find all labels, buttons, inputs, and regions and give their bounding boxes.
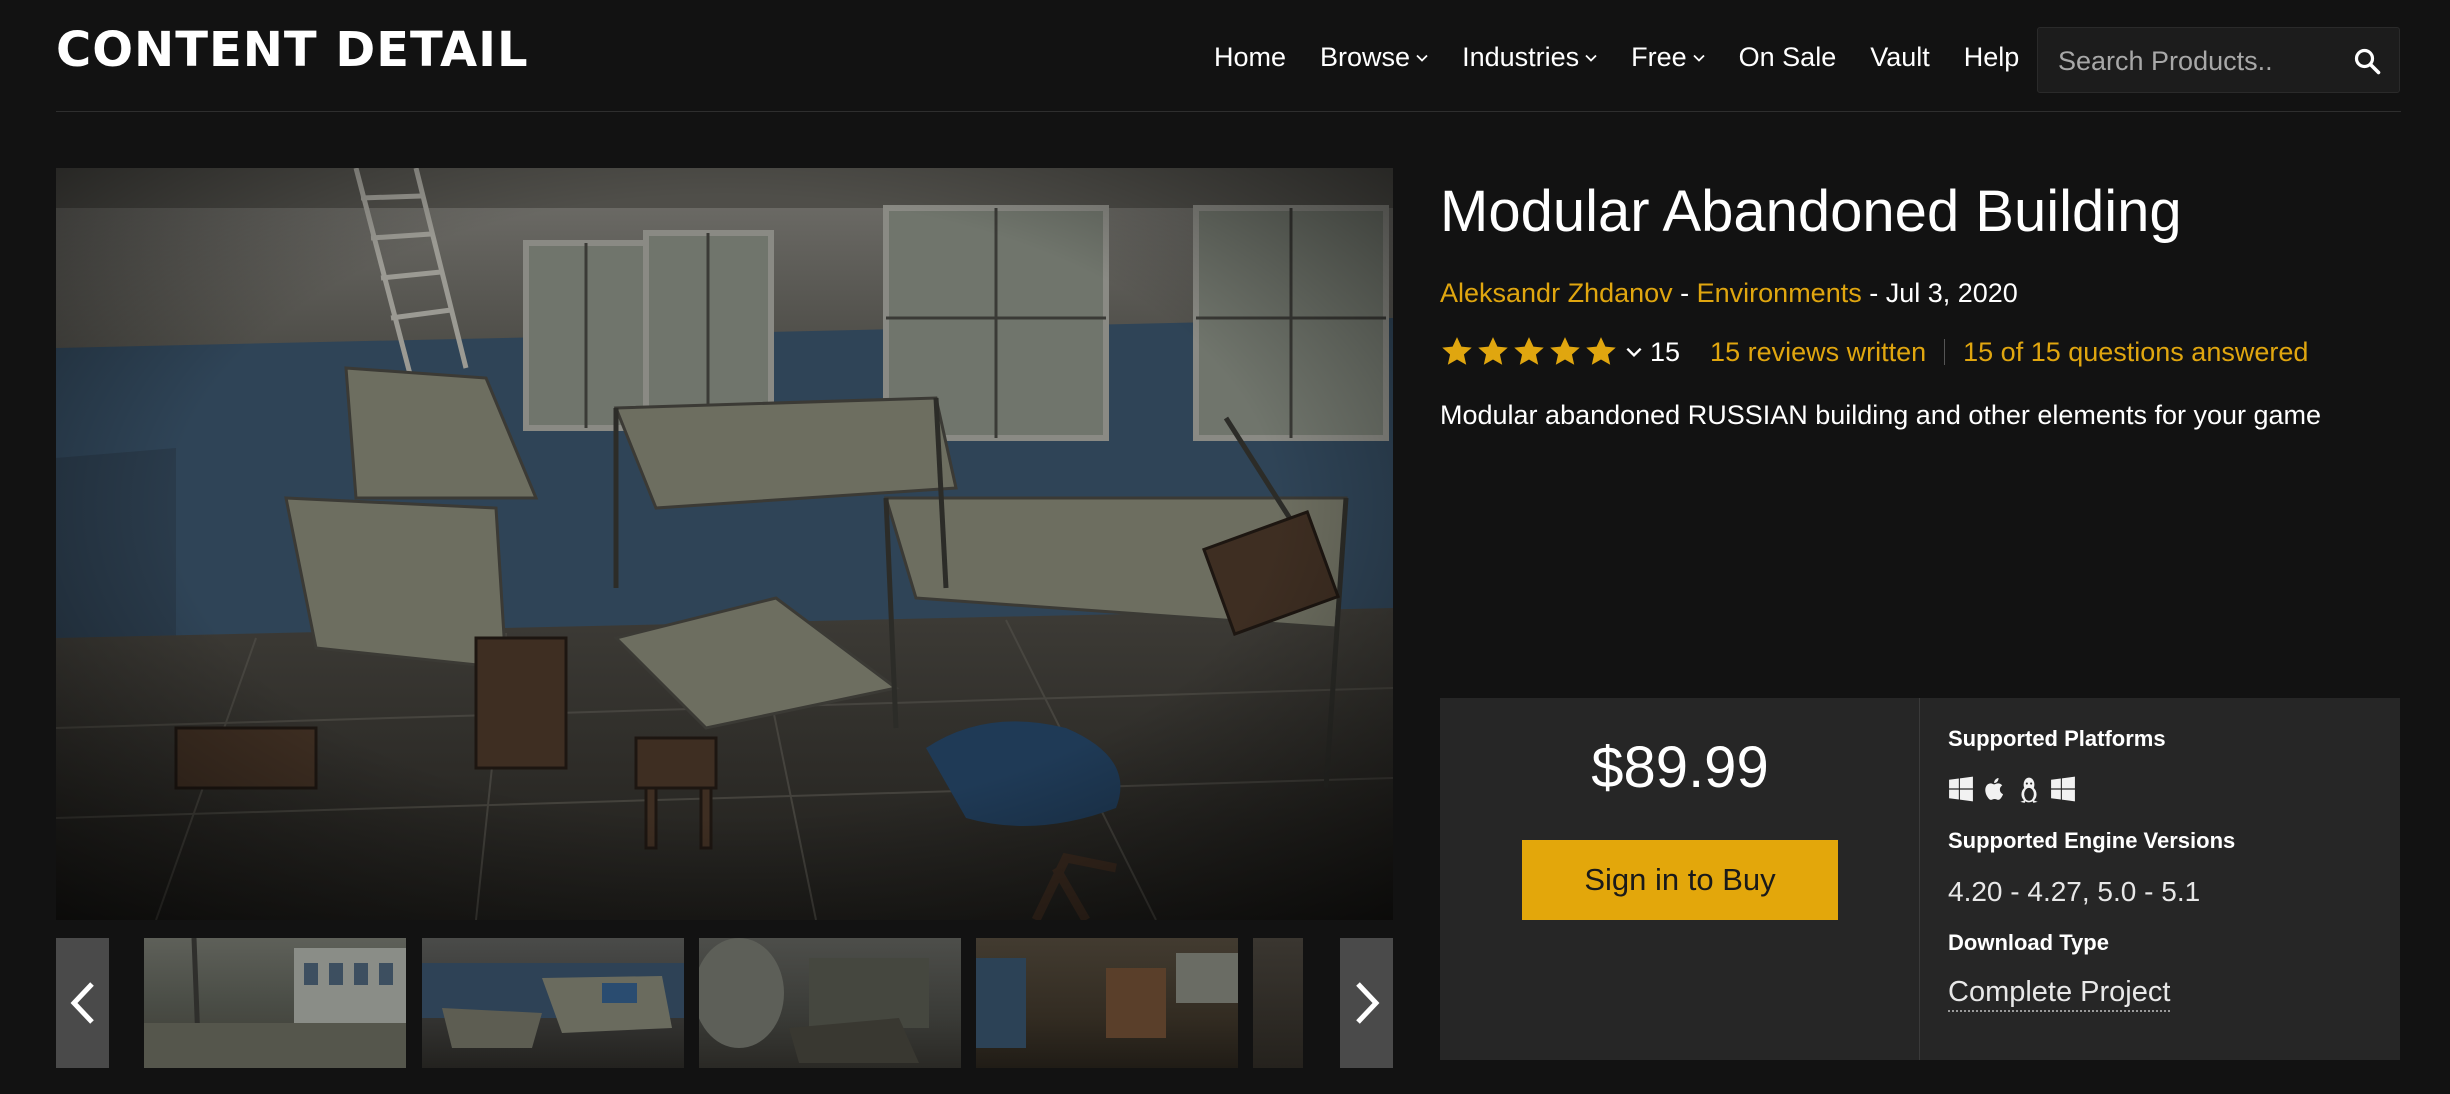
nav-help-label: Help	[1963, 42, 2020, 72]
rating-count: 15	[1650, 336, 1681, 367]
hero-image[interactable]	[56, 168, 1393, 920]
nav-on-sale[interactable]: On Sale	[1739, 42, 1837, 73]
engine-versions-value: 4.20 - 4.27, 5.0 - 5.1	[1948, 876, 2201, 907]
release-date: Jul 3, 2020	[1885, 278, 2018, 308]
apple-icon	[1985, 777, 2004, 800]
product-title: Modular Abandoned Building	[1440, 179, 2182, 244]
product-description: Modular abandoned RUSSIAN building and o…	[1440, 400, 2322, 430]
nav-browse-label: Browse	[1320, 42, 1411, 72]
site-title[interactable]: CONTENT DETAIL	[56, 22, 529, 78]
chevron-down-icon	[1626, 347, 1642, 358]
nav-browse[interactable]: Browse	[1320, 42, 1428, 73]
thumbnail-3[interactable]	[699, 938, 961, 1068]
download-type-label: Download Type	[1948, 930, 2109, 955]
main-nav: Home Browse Industries Free On Sale Vaul…	[1214, 42, 2053, 73]
search-box	[2037, 27, 2400, 93]
nav-home-label: Home	[1214, 42, 1287, 72]
nav-free[interactable]: Free	[1631, 42, 1705, 73]
price-section: $89.99 Sign in to Buy	[1440, 698, 1920, 1060]
nav-home[interactable]: Home	[1214, 42, 1286, 73]
chevron-down-icon	[1693, 54, 1705, 62]
star-icon	[1514, 337, 1544, 365]
questions-link[interactable]: 15 of 15 questions answered	[1963, 337, 2308, 368]
chevron-down-icon	[1416, 54, 1428, 62]
thumbnail-4[interactable]	[976, 938, 1238, 1068]
author-link[interactable]: Aleksandr Zhdanov	[1440, 278, 1673, 308]
platform-icons	[1948, 776, 2076, 804]
panel-divider	[1919, 698, 1920, 1060]
nav-on-sale-label: On Sale	[1738, 42, 1837, 72]
header-divider	[56, 111, 2401, 112]
search-icon[interactable]	[2353, 47, 2381, 75]
thumbnail-3-image	[699, 938, 929, 1063]
nav-free-label: Free	[1631, 42, 1687, 72]
thumbnail-2-image	[422, 963, 684, 1048]
star-icon	[1550, 337, 1580, 365]
nav-industries-label: Industries	[1462, 42, 1580, 72]
linux-icon	[2020, 777, 2038, 803]
nav-help[interactable]: Help	[1964, 42, 2020, 73]
chevron-left-icon	[70, 982, 94, 1024]
thumbnail-1[interactable]	[144, 938, 406, 1068]
gallery-prev-button[interactable]	[56, 938, 109, 1068]
gallery-next-button[interactable]	[1340, 938, 1393, 1068]
search-input[interactable]	[2056, 40, 2350, 82]
hero-scene	[56, 168, 1393, 920]
engine-versions-label: Supported Engine Versions	[1948, 828, 2236, 853]
thumbnail-2[interactable]	[422, 938, 684, 1068]
chevron-right-icon	[1355, 982, 1379, 1024]
star-icon	[1442, 337, 1472, 365]
platforms-label: Supported Platforms	[1948, 726, 2166, 751]
meta-separator: -	[1672, 278, 1697, 308]
thumbnail-5[interactable]	[1253, 938, 1303, 1068]
thumbnail-4-image	[976, 953, 1238, 1048]
nav-vault-label: Vault	[1870, 42, 1930, 72]
star-icon	[1478, 337, 1508, 365]
thumbnail-strip	[56, 938, 1393, 1068]
sign-in-to-buy-button[interactable]: Sign in to Buy	[1522, 840, 1838, 920]
star-icon	[1586, 337, 1616, 365]
nav-industries[interactable]: Industries	[1462, 42, 1597, 73]
rating-row: 15 15 reviews written 15 of 15 questions…	[1440, 335, 2308, 369]
rating-separator	[1944, 339, 1946, 365]
product-meta: Aleksandr Zhdanov - Environments - Jul 3…	[1440, 278, 2018, 309]
category-link[interactable]: Environments	[1697, 278, 1862, 308]
star-rating[interactable]	[1440, 335, 1642, 369]
chevron-down-icon	[1585, 54, 1597, 62]
reviews-link[interactable]: 15 reviews written	[1710, 337, 1926, 368]
price: $89.99	[1591, 735, 1769, 800]
thumbnail-1-image	[144, 938, 406, 1068]
windows-icon	[1949, 776, 1973, 802]
download-type-link[interactable]: Complete Project	[1948, 976, 2171, 1012]
nav-vault[interactable]: Vault	[1870, 42, 1930, 73]
windows-icon	[2051, 776, 2075, 802]
meta-separator: -	[1861, 278, 1886, 308]
purchase-panel: $89.99 Sign in to Buy Supported Platform…	[1440, 698, 2400, 1060]
